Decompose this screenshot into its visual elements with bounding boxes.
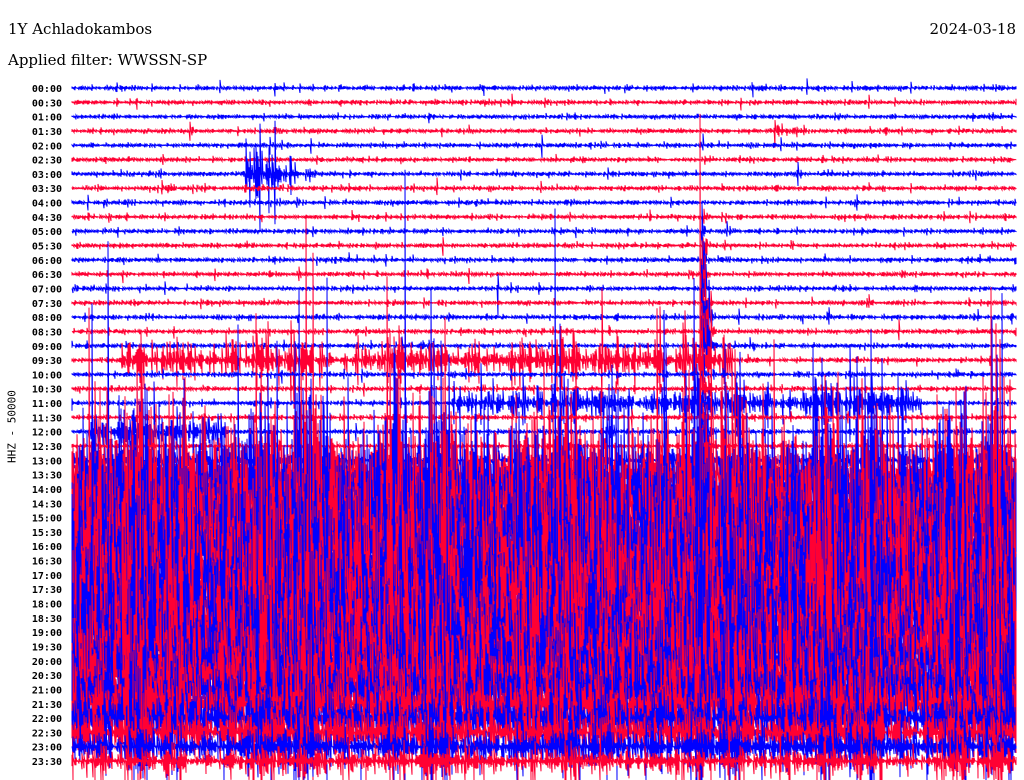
time-tick-label: 05:00	[32, 227, 62, 238]
time-tick-label: 12:00	[32, 428, 62, 439]
time-tick-label: 11:30	[32, 413, 62, 424]
time-tick-label: 20:00	[32, 657, 62, 668]
time-tick-label: 09:00	[32, 342, 62, 353]
seismic-trace-0630	[71, 240, 1017, 305]
time-tick-label: 18:30	[32, 614, 62, 625]
time-tick-label: 04:00	[32, 199, 62, 210]
seismic-trace-0400	[71, 194, 1017, 211]
time-tick-label: 22:30	[32, 728, 62, 739]
time-tick-label: 02:30	[32, 156, 62, 167]
seismic-trace-0500	[71, 203, 1017, 246]
time-tick-label: 23:00	[32, 743, 62, 754]
time-tick-label: 00:30	[32, 98, 62, 109]
seismic-trace-0030	[71, 93, 1017, 111]
time-tick-label: 00:00	[32, 84, 62, 95]
time-tick-label: 21:00	[32, 685, 62, 696]
time-tick-label: 18:00	[32, 600, 62, 611]
helicorder-plot: 00:00 00:30 01:00 01:30 02:00 02:30 03:00 03:30…	[32, 78, 1017, 780]
time-tick-label: 09:30	[32, 356, 62, 367]
time-tick-label: 07:00	[32, 284, 62, 295]
time-tick-label: 19:30	[32, 642, 62, 653]
time-tick-label: 20:30	[32, 671, 62, 682]
time-tick-label: 03:30	[32, 184, 62, 195]
time-tick-label: 06:30	[32, 270, 62, 281]
seismic-trace-0330	[71, 177, 1017, 196]
time-tick-label: 01:00	[32, 113, 62, 124]
time-tick-label: 23:30	[32, 757, 62, 768]
time-tick-label: 13:00	[32, 456, 62, 467]
time-tick-label: 15:30	[32, 528, 62, 539]
time-tick-label: 06:00	[32, 256, 62, 267]
time-tick-label: 17:00	[32, 571, 62, 582]
time-tick-label: 08:30	[32, 327, 62, 338]
time-tick-label: 13:30	[32, 471, 62, 482]
time-tick-label: 19:00	[32, 628, 62, 639]
time-tick-label: 12:30	[32, 442, 62, 453]
time-tick-label: 07:30	[32, 299, 62, 310]
seismic-trace-0100	[71, 112, 1017, 124]
time-tick-label: 16:00	[32, 542, 62, 553]
time-tick-label: 08:00	[32, 313, 62, 324]
seismic-trace-0430	[71, 208, 1017, 224]
time-tick-label: 11:00	[32, 399, 62, 410]
time-tick-label: 16:30	[32, 557, 62, 568]
time-tick-label: 03:00	[32, 170, 62, 181]
time-tick-label: 10:30	[32, 385, 62, 396]
time-tick-label: 04:30	[32, 213, 62, 224]
time-tick-label: 15:00	[32, 514, 62, 525]
time-tick-label: 10:00	[32, 370, 62, 381]
time-tick-label: 21:30	[32, 700, 62, 711]
time-tick-label: 01:30	[32, 127, 62, 138]
time-tick-label: 14:30	[32, 499, 62, 510]
time-tick-label: 02:00	[32, 141, 62, 152]
time-tick-label: 14:00	[32, 485, 62, 496]
seismic-trace-0530	[71, 237, 1017, 259]
seismic-trace-0230	[71, 153, 1017, 165]
seismic-trace-0200	[71, 133, 1017, 158]
seismic-trace-0000	[71, 78, 1017, 98]
time-tick-label: 22:00	[32, 714, 62, 725]
time-tick-label: 05:30	[32, 242, 62, 253]
time-tick-label: 17:30	[32, 585, 62, 596]
